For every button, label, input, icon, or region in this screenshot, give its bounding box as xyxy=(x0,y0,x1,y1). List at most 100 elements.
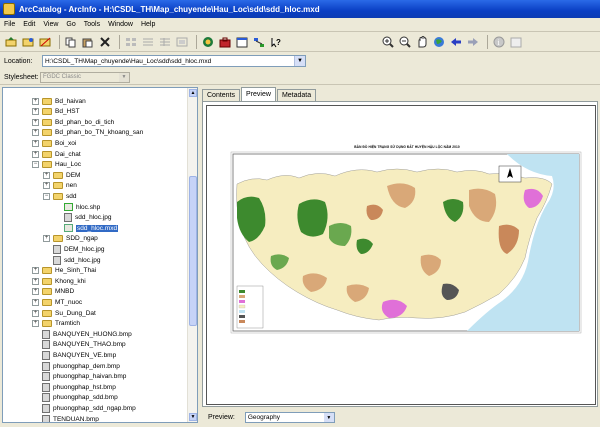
zoom-in-icon[interactable] xyxy=(381,35,395,49)
expand-icon[interactable]: + xyxy=(32,277,39,285)
paste-icon[interactable] xyxy=(81,35,95,49)
scroll-up-icon[interactable]: ▲ xyxy=(189,89,197,97)
expand-icon[interactable]: + xyxy=(32,150,39,158)
full-extent-icon[interactable] xyxy=(432,35,446,49)
tree-item[interactable]: +BANQUYEN_THAO.bmp xyxy=(32,340,126,350)
tree-item-label[interactable]: hloc.shp xyxy=(76,204,100,211)
tree-item-label[interactable]: sdd_hloc.jpg xyxy=(75,214,112,221)
tree-item[interactable]: + Bd_haivan xyxy=(32,96,86,106)
expand-icon[interactable]: + xyxy=(43,235,50,243)
zoom-out-icon[interactable] xyxy=(398,35,412,49)
tree-item[interactable]: +BANQUYEN_VE.bmp xyxy=(32,350,116,360)
tree-item-label[interactable]: Boi_xoi xyxy=(55,140,76,147)
scrollbar-thumb[interactable] xyxy=(189,176,197,326)
tree-item[interactable]: +sdd_hloc.jpg xyxy=(43,255,101,265)
expand-icon[interactable]: + xyxy=(43,182,50,190)
scroll-down-icon[interactable]: ▼ xyxy=(189,413,197,421)
tree-item[interactable]: + MT_nuoc xyxy=(32,297,82,307)
tree-item[interactable]: +phuongphap_sdd.bmp xyxy=(32,393,118,403)
tree-item[interactable]: +DEM_hloc.jpg xyxy=(43,244,104,254)
tree-item[interactable]: + DEM xyxy=(43,170,80,180)
stylesheet-combobox[interactable]: FGDC Classic ▼ xyxy=(40,71,130,83)
expand-icon[interactable]: + xyxy=(43,171,50,179)
details-icon[interactable] xyxy=(158,35,172,49)
tree-item-label[interactable]: Su_Dung_Dat xyxy=(55,310,96,317)
tree-item[interactable]: − Hau_Loc xyxy=(32,160,81,170)
tree-item[interactable]: + Dai_chat xyxy=(32,149,81,159)
pan-icon[interactable] xyxy=(415,35,429,49)
create-thumbnail-icon[interactable] xyxy=(509,35,523,49)
up-one-level-icon[interactable] xyxy=(4,35,18,49)
tree-item-label[interactable]: sdd xyxy=(66,193,76,200)
tree-item-label[interactable]: TENDUAN.bmp xyxy=(53,416,99,423)
tree-item-label[interactable]: BANQUYEN_HUONG.bmp xyxy=(53,331,132,338)
tree-item[interactable]: − sdd xyxy=(43,191,76,201)
tree-item-label[interactable]: sdd_hloc.jpg xyxy=(64,257,101,264)
tree-item-label[interactable]: phuongphap_sdd.bmp xyxy=(53,394,118,401)
launch-arcmap-icon[interactable] xyxy=(201,35,215,49)
arctoolbox-icon[interactable] xyxy=(218,35,232,49)
map-layout-page[interactable]: BẢN ĐỒ HIỆN TRẠNG SỬ DỤNG ĐẤT HUYỆN HẬU … xyxy=(206,105,596,405)
tree-item-label[interactable]: He_Sinh_Thai xyxy=(55,267,96,274)
tree-item[interactable]: + Khong_khi xyxy=(32,276,86,286)
tree-item-label[interactable]: Hau_Loc xyxy=(55,161,81,168)
tree-item[interactable]: + Bd_HST xyxy=(32,107,80,117)
copy-icon[interactable] xyxy=(64,35,78,49)
tree-item-label[interactable]: phuongphap_dem.bmp xyxy=(53,363,120,370)
tree-item-label[interactable]: Khong_khi xyxy=(55,278,86,285)
tree-item-label[interactable]: nen xyxy=(66,182,77,189)
tree-item-label[interactable]: Bd_HST xyxy=(55,108,80,115)
back-arrow-icon[interactable] xyxy=(449,35,463,49)
collapse-icon[interactable]: − xyxy=(43,192,50,200)
location-combobox[interactable]: H:\CSDL_TH\Map_chuyende\Hau_Loc\sdd\sdd_… xyxy=(42,55,306,67)
menu-window[interactable]: Window xyxy=(108,21,133,28)
expand-icon[interactable]: + xyxy=(32,129,39,137)
stylesheet-value[interactable]: FGDC Classic xyxy=(43,74,81,80)
forward-arrow-icon[interactable] xyxy=(466,35,480,49)
catalog-tree[interactable]: + Bd_haivan + Bd_HST + Bd_phan_bo_di_tich + Bd_… xyxy=(2,87,198,423)
tree-item[interactable]: + SDD_ngap xyxy=(43,234,98,244)
chevron-down-icon[interactable]: ▼ xyxy=(323,413,334,422)
tree-scrollbar[interactable]: ▲ ▼ xyxy=(187,88,197,422)
tree-item-label[interactable]: phuongphap_hst.bmp xyxy=(53,384,116,391)
tree-item-label[interactable]: BANQUYEN_VE.bmp xyxy=(53,352,116,359)
disconnect-folder-icon[interactable] xyxy=(38,35,52,49)
tree-item-label[interactable]: MNBD xyxy=(55,288,74,295)
tree-item[interactable]: + He_Sinh_Thai xyxy=(32,266,96,276)
tree-item-label[interactable]: BANQUYEN_THAO.bmp xyxy=(53,341,126,348)
command-line-icon[interactable] xyxy=(235,35,249,49)
expand-icon[interactable]: + xyxy=(32,298,39,306)
tree-item[interactable]: +TENDUAN.bmp xyxy=(32,414,99,423)
menu-tools[interactable]: Tools xyxy=(84,21,100,28)
tree-item-label[interactable]: MT_nuoc xyxy=(55,299,82,306)
expand-icon[interactable]: + xyxy=(32,97,39,105)
expand-icon[interactable]: + xyxy=(32,320,39,328)
tree-item[interactable]: + MNBD xyxy=(32,287,74,297)
tree-item[interactable]: + Su_Dung_Dat xyxy=(32,308,96,318)
identify-icon[interactable]: i xyxy=(492,35,506,49)
preview-type-value[interactable]: Geography xyxy=(248,414,280,421)
tree-item-label[interactable]: Bd_phan_bo_TN_khoang_san xyxy=(55,129,143,136)
tree-item-label[interactable]: Dai_chat xyxy=(55,151,81,158)
tree-item-label[interactable]: phuongphap_haivan.bmp xyxy=(53,373,126,380)
tree-item[interactable]: + Tramtich xyxy=(32,319,80,329)
menu-edit[interactable]: Edit xyxy=(23,21,35,28)
preview-type-select[interactable]: Geography ▼ xyxy=(244,412,335,423)
list-icon[interactable] xyxy=(141,35,155,49)
chevron-down-icon[interactable]: ▼ xyxy=(119,72,129,82)
expand-icon[interactable]: + xyxy=(32,267,39,275)
tab-preview[interactable]: Preview xyxy=(241,87,276,101)
connect-folder-icon[interactable] xyxy=(21,35,35,49)
tree-item[interactable]: +phuongphap_haivan.bmp xyxy=(32,372,126,382)
chevron-down-icon[interactable]: ▼ xyxy=(294,56,305,66)
tree-item-label[interactable]: Tramtich xyxy=(55,320,80,327)
model-builder-icon[interactable] xyxy=(252,35,266,49)
delete-icon[interactable] xyxy=(98,35,112,49)
tree-item-label[interactable]: SDD_ngap xyxy=(66,235,98,242)
tree-item[interactable]: +phuongphap_hst.bmp xyxy=(32,382,116,392)
expand-icon[interactable]: + xyxy=(32,288,39,296)
location-value[interactable]: H:\CSDL_TH\Map_chuyende\Hau_Loc\sdd\sdd_… xyxy=(45,58,211,65)
tree-item[interactable]: + Boi_xoi xyxy=(32,138,76,148)
tree-item-label[interactable]: sdd_hloc.mxd xyxy=(76,224,119,232)
menu-file[interactable]: File xyxy=(4,21,15,28)
